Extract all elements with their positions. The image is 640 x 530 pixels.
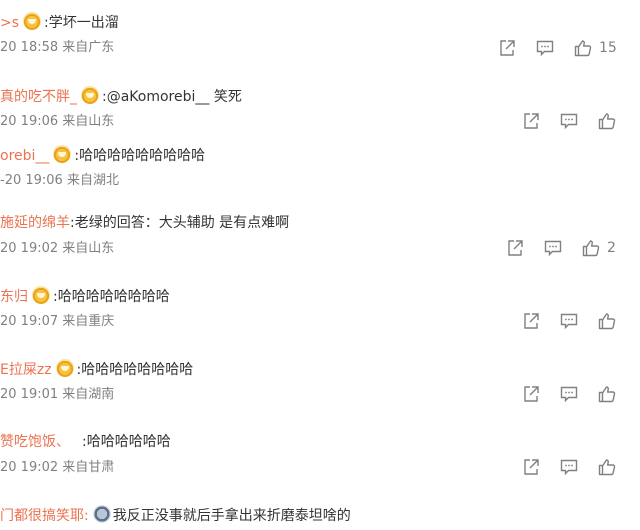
comment-meta: 20 19:06 来自山东 — [0, 114, 115, 129]
comment-line: 东归 :哈哈哈哈哈哈哈哈 — [0, 286, 170, 307]
comment-username[interactable]: 东归 — [0, 289, 28, 305]
like-count: 2 — [607, 240, 616, 256]
comment-meta: 20 18:58 来自广东 — [0, 40, 115, 55]
comment-line: E拉屎zz :哈哈哈哈哈哈哈哈 — [0, 359, 193, 380]
comment-line: 施延的绵羊:老绿的回答：大头辅助 是有点难啊 — [0, 213, 289, 233]
share-icon[interactable] — [497, 38, 517, 58]
thumbs-up-icon[interactable] — [597, 457, 617, 477]
share-icon[interactable] — [521, 457, 541, 477]
vip-badge-icon — [81, 86, 99, 104]
comment-text: :老绿的回答：大头辅助 是有点难啊 — [70, 215, 290, 231]
comment-username[interactable]: orebi__ — [0, 148, 49, 164]
thumbs-up-icon[interactable] — [573, 38, 593, 58]
comment-text: :学坏一出溜 — [44, 15, 119, 31]
thumbs-up-icon[interactable] — [581, 238, 601, 258]
comment-actions — [521, 457, 621, 477]
comment-text: :@aKomorebi__ 笑死 — [102, 89, 242, 105]
comment-actions — [521, 384, 621, 404]
share-icon[interactable] — [521, 111, 541, 131]
comment-line: >s :学坏一出溜 — [0, 12, 119, 33]
comment-text: 我反正没事就后手拿出来折磨泰坦啥的 — [112, 508, 351, 524]
comment-icon[interactable] — [543, 238, 563, 258]
comment-meta: 20 19:01 来自湖南 — [0, 387, 115, 402]
comment-icon[interactable] — [559, 457, 579, 477]
comment-icon[interactable] — [559, 111, 579, 131]
thumbs-up-icon[interactable] — [597, 311, 617, 331]
comment-username[interactable]: 门都很搞笑耶: — [0, 508, 89, 524]
comment-meta: 20 19:02 来自甘肃 — [0, 460, 115, 475]
comment-icon[interactable] — [535, 38, 555, 58]
comment-meta: 20 19:07 来自重庆 — [0, 314, 115, 329]
share-icon[interactable] — [521, 384, 541, 404]
comment-text: :哈哈哈哈哈哈哈哈 — [76, 362, 194, 378]
comment-meta: -20 19:06 来自湖北 — [0, 173, 119, 188]
share-icon[interactable] — [505, 238, 525, 258]
comment-line: 真的吃不胖_ :@aKomorebi__ 笑死 — [0, 86, 242, 107]
comment-text: :哈哈哈哈哈哈哈哈哈 — [74, 148, 206, 164]
vip-badge-icon — [32, 286, 50, 304]
vip-badge-icon — [23, 12, 42, 30]
thumbs-up-icon[interactable] — [597, 111, 617, 131]
share-icon[interactable] — [521, 311, 541, 331]
avatar-icon — [92, 505, 111, 523]
vip-badge-icon — [55, 359, 74, 377]
comment-actions — [521, 111, 621, 131]
comment-username[interactable]: 施延的绵羊 — [0, 215, 70, 231]
comment-line: 赞吃饱饭、 :哈哈哈哈哈哈 — [0, 432, 171, 452]
comment-username[interactable]: >s — [0, 15, 19, 31]
comment-icon[interactable] — [559, 384, 579, 404]
comment-text: :哈哈哈哈哈哈哈哈 — [53, 289, 170, 305]
comment-meta: 20 19:02 来自山东 — [0, 241, 115, 256]
comment-icon[interactable] — [559, 311, 579, 331]
comment-actions — [521, 311, 621, 331]
comment-actions: 15 — [497, 38, 627, 58]
comment-username[interactable]: 真的吃不胖_ — [0, 89, 77, 105]
comment-username[interactable]: 赞吃饱饭、 — [0, 434, 70, 450]
comment-actions: 2 — [505, 238, 625, 258]
vip-badge-icon — [53, 145, 72, 163]
comment-username[interactable]: E拉屎zz — [0, 362, 52, 378]
comment-line: 门都很搞笑耶: 我反正没事就后手拿出来折磨泰坦啥的 — [0, 505, 351, 526]
like-count: 15 — [599, 40, 617, 56]
comment-line: orebi__ :哈哈哈哈哈哈哈哈哈 — [0, 145, 205, 166]
comment-text: :哈哈哈哈哈哈 — [82, 434, 171, 450]
thumbs-up-icon[interactable] — [597, 384, 617, 404]
